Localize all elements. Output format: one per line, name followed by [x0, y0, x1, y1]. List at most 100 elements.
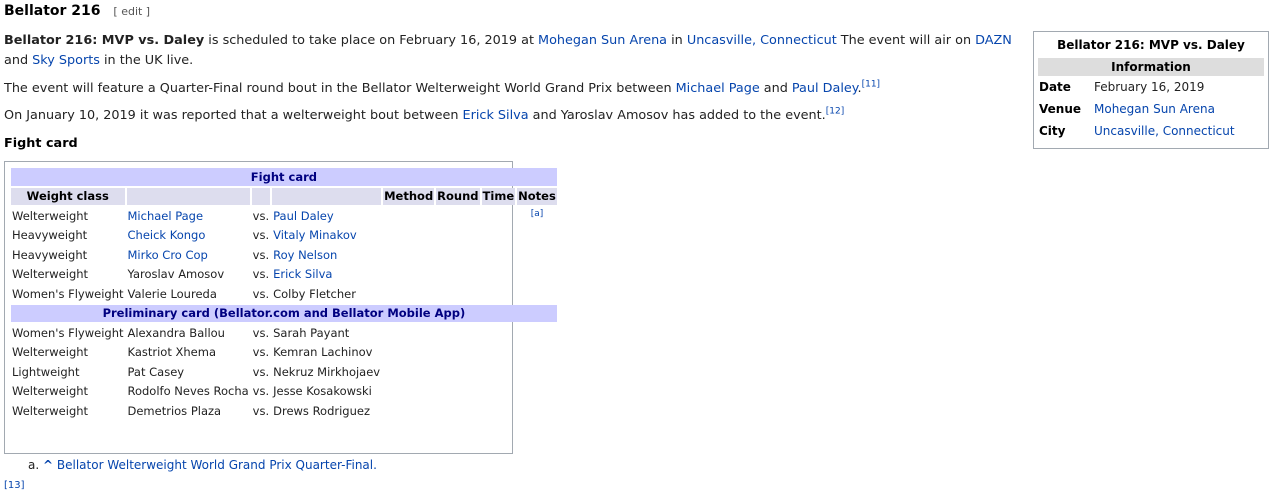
method-cell — [383, 227, 434, 245]
fighter2-header — [272, 187, 382, 205]
fighter-link[interactable]: Paul Daley — [273, 209, 334, 223]
paul-daley-link[interactable]: Paul Daley — [792, 81, 858, 96]
infobox: Bellator 216: MVP vs. Daley Information … — [1033, 31, 1269, 149]
dazn-link[interactable]: DAZN — [975, 33, 1012, 48]
vs-cell: vs. — [252, 402, 270, 420]
round-cell — [436, 363, 479, 381]
vs-cell: vs. — [252, 266, 270, 284]
fighter-link[interactable]: Mirko Cro Cop — [128, 248, 208, 262]
time-cell — [482, 363, 516, 381]
weight-class-cell: Heavyweight — [11, 246, 125, 264]
michael-page-link[interactable]: Michael Page — [676, 81, 760, 96]
fight-row: Welterweight Yaroslav Amosov vs. Erick Silv… — [11, 266, 557, 284]
vs-text: vs. — [252, 325, 270, 340]
fighter2-cell: Roy Nelson — [272, 246, 381, 264]
fighter-name: Yaroslav Amosov — [127, 267, 225, 282]
fighter-link[interactable]: Michael Page — [128, 209, 204, 223]
fighter-name: Nekruz Mirkhojaev — [273, 364, 381, 379]
vs-text: vs. — [252, 286, 270, 301]
infobox-subheader: Information — [1038, 58, 1264, 76]
sky-sports-link[interactable]: Sky Sports — [32, 53, 100, 68]
date-label: Date — [1039, 80, 1071, 94]
weight-class-cell: Welterweight — [11, 402, 125, 420]
fight-row: Women's Flyweight Valerie Loureda vs. Colby… — [11, 285, 557, 303]
fight-card-table: Fight card Weight class Method Round Tim… — [9, 166, 559, 422]
date-value: February 16, 2019 — [1094, 80, 1205, 94]
vs-text: vs. — [252, 364, 270, 379]
grand-prix-paragraph: The event will feature a Quarter-Final r… — [4, 79, 1024, 99]
infobox-date-row: Date February 16, 2019 — [1034, 76, 1268, 98]
notes-cell — [517, 383, 557, 401]
fighter1-cell: Kastriot Xhema — [127, 344, 250, 362]
fighter2-cell: Vitaly Minakov — [272, 227, 381, 245]
weight-class-header: Weight class — [11, 187, 125, 205]
note-a-link[interactable]: [a] — [531, 209, 544, 219]
infobox-venue-link[interactable]: Mohegan Sun Arena — [1094, 98, 1215, 120]
fight-row: Welterweight Kastriot Xhema vs. Kemran Lach… — [11, 344, 557, 362]
footnote-text-link[interactable]: Bellator Welterweight World Grand Prix Q… — [57, 458, 377, 472]
fighter-name: Jesse Kosakowski — [273, 384, 372, 399]
fight-card-box: Fight card Weight class Method Round Tim… — [4, 161, 557, 454]
weight-class-cell: Welterweight — [11, 383, 125, 401]
time-cell — [482, 402, 516, 420]
method-cell — [383, 402, 434, 420]
infobox-title: Bellator 216: MVP vs. Daley — [1057, 38, 1245, 52]
main-card-title: Fight card — [11, 168, 557, 186]
round-cell — [436, 324, 479, 342]
round-cell — [436, 246, 479, 264]
fighter2-cell: Jesse Kosakowski — [272, 383, 381, 401]
footnote-caret-link[interactable]: ^ — [43, 458, 53, 472]
intro-paragraph: Bellator 216: MVP vs. Daley is scheduled… — [4, 31, 1024, 71]
weight-class-cell: Heavyweight — [11, 227, 125, 245]
infobox-city-link[interactable]: Uncasville, Connecticut — [1094, 120, 1235, 142]
fighter-name: Colby Fletcher — [273, 286, 356, 301]
time-cell — [482, 207, 516, 225]
time-cell — [482, 324, 516, 342]
ref-13-link[interactable]: [13] — [4, 480, 25, 491]
method-cell — [383, 207, 434, 225]
notes-cell — [517, 324, 557, 342]
vs-cell: vs. — [252, 324, 270, 342]
venue-link[interactable]: Mohegan Sun Arena — [538, 33, 667, 48]
fighter2-cell: Drews Rodriguez — [272, 402, 381, 420]
round-cell — [436, 383, 479, 401]
notes-cell — [517, 266, 557, 284]
vs-cell: vs. — [252, 207, 270, 225]
weight-class-cell: Welterweight — [11, 266, 125, 284]
fighter-link[interactable]: Cheick Kongo — [128, 228, 206, 242]
fighter1-cell: Demetrios Plaza — [127, 402, 250, 420]
method-cell — [383, 363, 434, 381]
prelim-card-title: Preliminary card (Bellator.com and Bella… — [11, 304, 557, 322]
fight-row: Women's Flyweight Alexandra Ballou vs. Sara… — [11, 324, 557, 342]
method-cell — [383, 383, 434, 401]
vs-cell: vs. — [252, 363, 270, 381]
fight-row: Heavyweight Mirko Cro Cop vs. Roy Nelson — [11, 246, 557, 264]
time-cell — [482, 285, 516, 303]
fighter-link[interactable]: Erick Silva — [273, 267, 332, 281]
infobox-venue-row: Venue Mohegan Sun Arena — [1034, 98, 1268, 120]
edit-link[interactable]: [ edit ] — [113, 5, 150, 18]
weight-class-text: Heavyweight — [12, 247, 88, 262]
ref-12-link[interactable]: [12] — [826, 107, 844, 117]
city-link[interactable]: Uncasville, Connecticut — [687, 33, 837, 48]
fighter-name: Sarah Payant — [273, 325, 350, 340]
method-cell — [383, 266, 434, 284]
time-cell — [482, 266, 516, 284]
fight-row: Welterweight Rodolfo Neves Rocha vs. Jesse … — [11, 383, 557, 401]
fight-row: Welterweight Michael Page vs. Paul Daley [a] — [11, 207, 557, 225]
fighter-link[interactable]: Roy Nelson — [273, 248, 337, 262]
vs-text: vs. — [252, 247, 270, 262]
round-header: Round — [436, 187, 480, 205]
fighter1-cell: Mirko Cro Cop — [127, 246, 250, 264]
intro-text: in — [667, 33, 687, 48]
fight-row: Heavyweight Cheick Kongo vs. Vitaly Minakov — [11, 227, 557, 245]
vs-text: vs. — [252, 384, 270, 399]
fighter1-cell: Yaroslav Amosov — [127, 266, 250, 284]
erick-silva-link[interactable]: Erick Silva — [463, 108, 529, 123]
ref-11-link[interactable]: [11] — [862, 80, 880, 90]
para-text: The event will feature a Quarter-Final r… — [4, 81, 676, 96]
fighter1-cell: Cheick Kongo — [127, 227, 250, 245]
fight-row: Welterweight Demetrios Plaza vs. Drews Rodr… — [11, 402, 557, 420]
fighter-link[interactable]: Vitaly Minakov — [273, 228, 357, 242]
method-cell — [383, 285, 434, 303]
